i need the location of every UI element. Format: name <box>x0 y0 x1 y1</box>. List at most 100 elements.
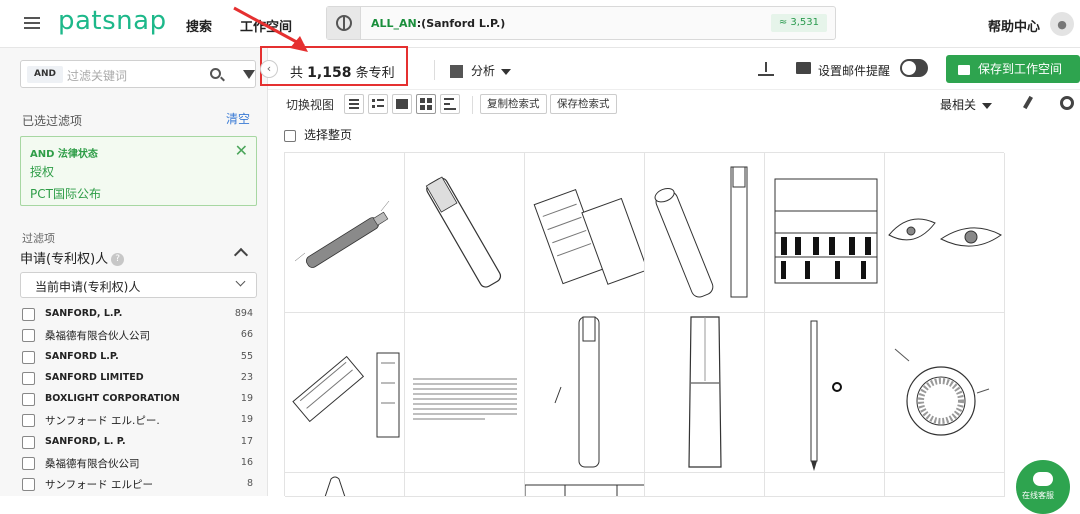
circular-drawing-image <box>894 348 990 436</box>
applicant-type-value: 当前申请(专利权)人 <box>35 280 141 294</box>
online-support-button[interactable]: 在线客服 <box>1016 460 1070 514</box>
patent-thumbnail[interactable] <box>885 473 1005 497</box>
applicant-type-select[interactable]: 当前申请(专利权)人 <box>20 272 257 298</box>
pen-drawing-image <box>554 316 600 468</box>
facet-count: 16 <box>240 457 253 469</box>
patent-thumbnail[interactable] <box>645 313 765 473</box>
save-query-button[interactable]: 保存检索式 <box>550 94 617 114</box>
facet-count: 19 <box>240 414 253 426</box>
mail-alert-icon[interactable] <box>796 62 811 74</box>
checkbox[interactable] <box>22 371 35 385</box>
patent-thumbnail[interactable] <box>765 313 885 473</box>
download-icon[interactable] <box>758 62 774 76</box>
nav-search[interactable]: 搜索 <box>186 16 212 35</box>
text-abstract-image <box>413 378 517 420</box>
gear-icon[interactable] <box>1060 96 1074 110</box>
switch-view-label: 切换视图 <box>286 98 335 112</box>
patent-thumbnail[interactable] <box>405 473 525 497</box>
select-page-checkbox[interactable]: 选择整页 <box>284 126 352 143</box>
checkbox[interactable] <box>22 478 35 492</box>
patent-thumbnail[interactable] <box>645 473 765 497</box>
filter-icon[interactable] <box>243 70 255 79</box>
tree-view-button[interactable] <box>440 94 460 114</box>
facet-item[interactable]: 桑福德有限合伙人公司 66 <box>20 325 257 346</box>
search-query[interactable]: ALL_AN:(Sanford L.P.) <box>371 17 505 30</box>
facet-item[interactable]: サンフォード エルピー 8 <box>20 474 257 495</box>
menu-icon[interactable] <box>24 14 42 32</box>
chevron-down-icon <box>235 276 246 287</box>
patent-thumbnail[interactable] <box>885 313 1005 473</box>
facet-item[interactable]: SANFORD L.P. 55 <box>20 347 257 368</box>
checkbox[interactable] <box>22 308 35 321</box>
chevron-up-icon[interactable] <box>233 247 249 263</box>
annotation-arrow-icon <box>233 6 308 52</box>
filter-sidebar: AND 过滤关键词 已选过滤项 清空 AND 法律状态 授权 PCT国际公布 ✕… <box>0 48 268 496</box>
close-icon[interactable]: ✕ <box>235 141 248 160</box>
facet-name: サンフォード エルピー <box>45 479 154 492</box>
selected-filters-title: 已选过滤项 <box>22 114 83 128</box>
help-center-link[interactable]: 帮助中心 <box>988 16 1040 35</box>
sort-dropdown[interactable]: 最相关 <box>940 96 993 113</box>
facet-name: SANFORD LIMITED <box>45 371 144 383</box>
patent-thumbnail[interactable] <box>405 313 525 473</box>
top-bar: patsnap 搜索 工作空间 ALL_AN:(Sanford L.P.) ≈ … <box>0 0 1080 48</box>
copy-query-button[interactable]: 复制检索式 <box>480 94 547 114</box>
facet-item[interactable]: サンフォード エル.ピー. 19 <box>20 410 257 431</box>
collapse-sidebar-button[interactable]: ‹ <box>260 60 278 78</box>
applied-filter-title: AND 法律状态 <box>30 149 98 160</box>
patent-thumbnail[interactable] <box>525 313 645 473</box>
checkbox[interactable] <box>22 457 35 471</box>
search-icon[interactable] <box>210 68 221 79</box>
save-to-workspace-button[interactable]: 保存到工作空间 <box>946 55 1080 83</box>
checkbox[interactable] <box>22 414 35 428</box>
applicant-filter-title[interactable]: 申请(专利权)人? <box>20 248 125 267</box>
facet-item[interactable]: SANFORD, L. P. 17 <box>20 432 257 453</box>
grid-view-button[interactable] <box>416 94 436 114</box>
checkbox[interactable] <box>284 129 296 142</box>
patent-thumbnail[interactable] <box>765 153 885 313</box>
analysis-dropdown[interactable]: 分析 <box>450 62 512 79</box>
patsnap-logo[interactable]: patsnap <box>58 6 167 36</box>
facet-item[interactable]: SANFORD, L.P. 894 <box>20 304 257 325</box>
result-count-badge: ≈ 3,531 <box>770 14 827 32</box>
email-alert-toggle[interactable] <box>900 59 928 77</box>
save-workspace-label: 保存到工作空间 <box>978 62 1063 76</box>
patent-thumbnail[interactable] <box>765 473 885 497</box>
compact-view-button[interactable] <box>368 94 388 114</box>
caret-down-icon <box>982 102 993 109</box>
facet-name: 桑福德有限合伙人公司 <box>45 330 150 343</box>
checkbox[interactable] <box>22 350 35 364</box>
image-view-button[interactable] <box>392 94 412 114</box>
divider <box>472 96 473 114</box>
facet-count: 8 <box>246 478 253 490</box>
patent-thumbnail[interactable] <box>645 153 765 313</box>
avatar[interactable]: ● <box>1050 12 1074 36</box>
patent-thumbnail[interactable] <box>525 473 645 497</box>
facet-item[interactable]: 桑福德有限合伙公司 16 <box>20 453 257 474</box>
help-icon[interactable]: ? <box>111 253 125 266</box>
patent-thumbnail[interactable] <box>885 153 1005 313</box>
list-view-button[interactable] <box>344 94 364 114</box>
clear-filters-link[interactable]: 清空 <box>226 110 250 127</box>
facet-count: 19 <box>240 393 253 405</box>
checkbox[interactable] <box>22 435 35 449</box>
checkbox[interactable] <box>22 329 35 343</box>
filter-keyword-input[interactable]: AND 过滤关键词 <box>20 60 256 88</box>
patent-thumbnail[interactable] <box>405 153 525 313</box>
marker-drawing-image <box>425 176 502 288</box>
facet-item[interactable]: SANFORD LIMITED 23 <box>20 368 257 389</box>
caret-down-icon <box>501 68 512 75</box>
patent-thumbnail[interactable] <box>285 313 405 473</box>
globe-icon[interactable] <box>327 7 361 39</box>
patent-thumbnail[interactable] <box>285 473 405 497</box>
search-bar[interactable]: ALL_AN:(Sanford L.P.) ≈ 3,531 <box>326 6 836 40</box>
query-field: ALL_AN <box>371 17 417 30</box>
checkbox[interactable] <box>22 393 35 407</box>
patent-thumbnail[interactable] <box>525 153 645 313</box>
facet-item[interactable]: BOXLIGHT CORPORATION 19 <box>20 389 257 410</box>
patent-thumbnail[interactable] <box>285 153 405 313</box>
bar-chart-icon <box>450 65 463 78</box>
folder-icon <box>958 64 970 75</box>
and-operator-tag[interactable]: AND <box>27 66 63 83</box>
pen-icon[interactable] <box>1023 95 1033 110</box>
